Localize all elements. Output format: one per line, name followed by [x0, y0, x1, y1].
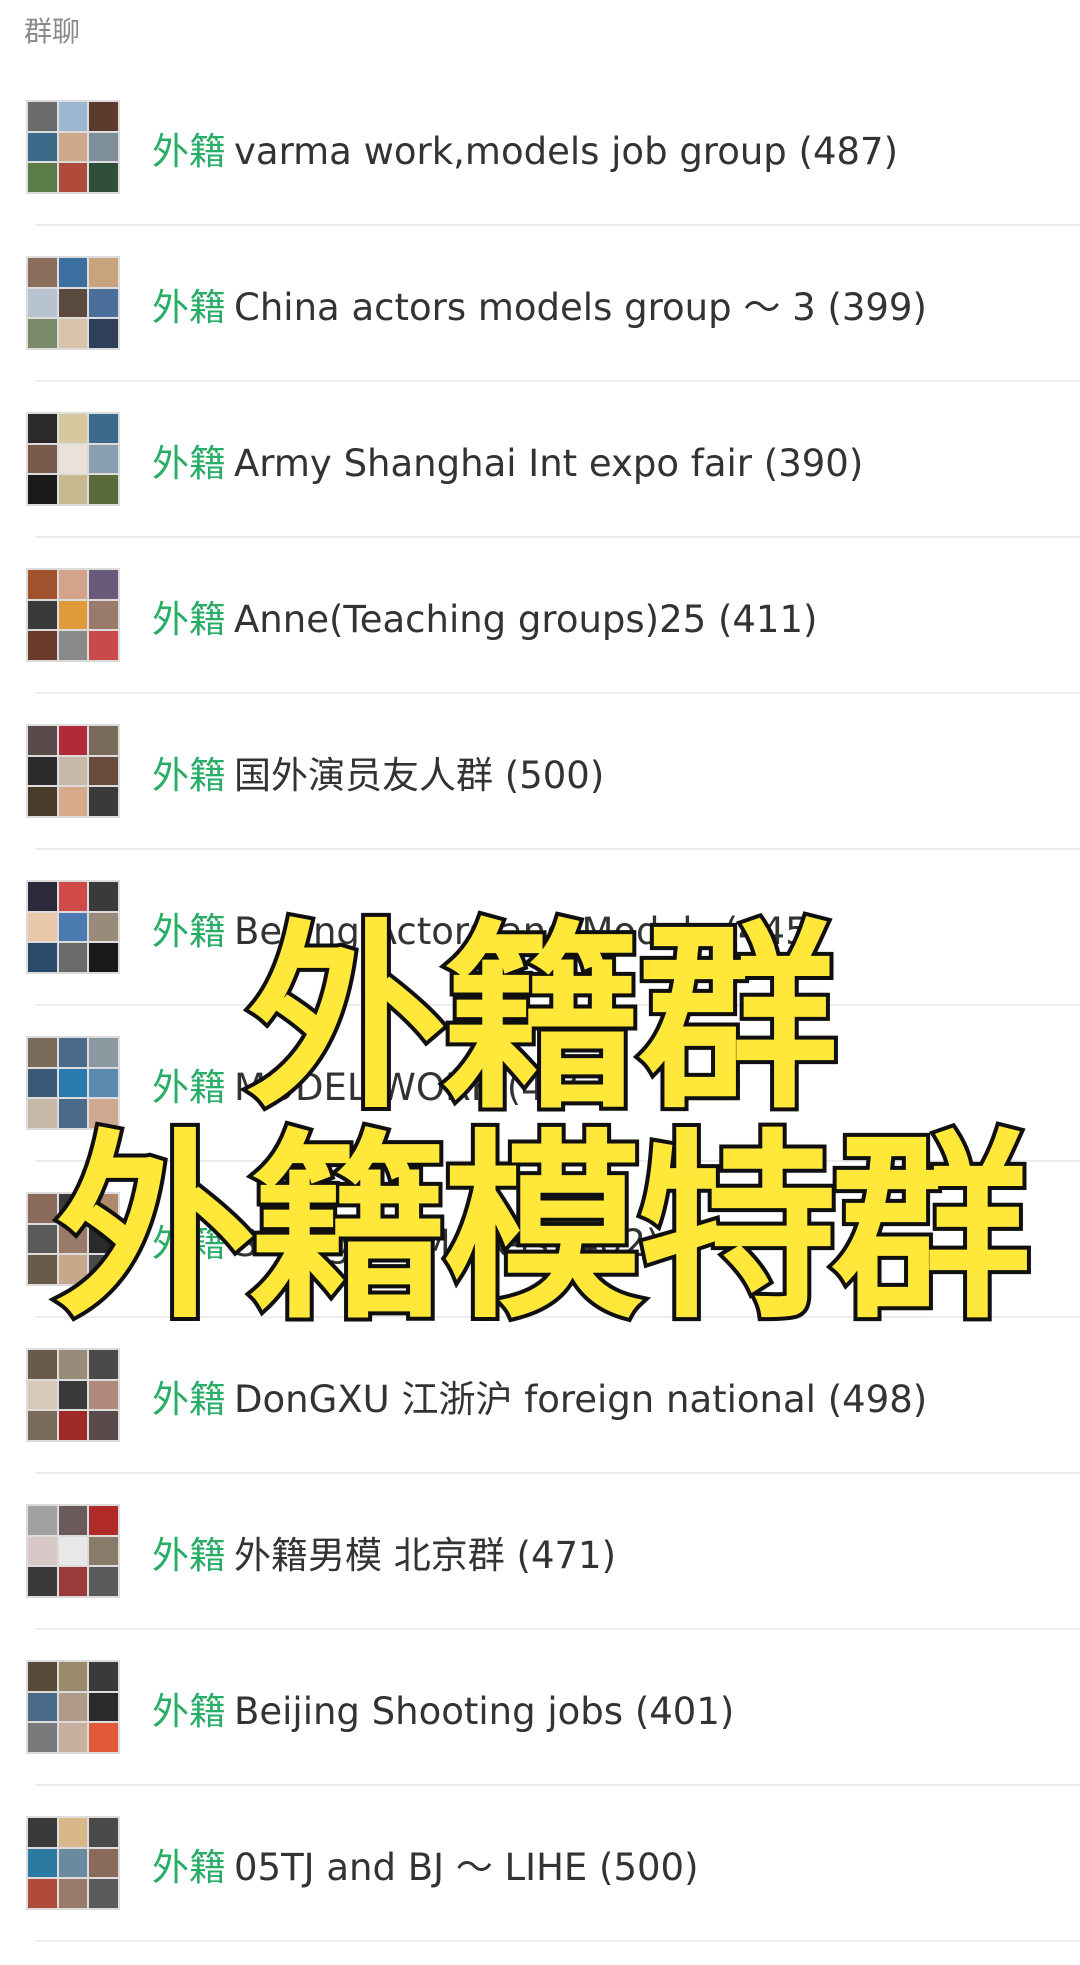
external-tag: 外籍	[152, 1846, 226, 1889]
group-chat-row[interactable]: 外籍 Shanghai Models (402)	[0, 1162, 1080, 1318]
group-name: DonGXU 江浙沪 foreign national (498)	[234, 1378, 928, 1421]
group-title: 外籍 varma work,models job group (487)	[152, 121, 898, 175]
group-name: Shanghai Models (402)	[234, 1222, 661, 1265]
group-name: Beijing Shooting jobs (401)	[234, 1690, 735, 1733]
group-chat-row[interactable]: 外籍 外籍男模 北京群 (471)	[0, 1474, 1080, 1630]
group-avatar	[26, 568, 120, 662]
group-title: 外籍 外籍男模 北京群 (471)	[152, 1525, 616, 1579]
external-tag: 外籍	[152, 1066, 226, 1109]
external-tag: 外籍	[152, 1222, 226, 1265]
group-title: 外籍 05TJ and BJ ～ LIHE (500)	[152, 1837, 699, 1891]
group-chat-row[interactable]: 外籍 China actors models group ～ 3 (399)	[0, 226, 1080, 382]
group-avatar	[26, 1348, 120, 1442]
group-avatar	[26, 100, 120, 194]
group-avatar	[26, 880, 120, 974]
external-tag: 外籍	[152, 1378, 226, 1421]
section-header: 群聊	[24, 15, 81, 48]
group-chat-row[interactable]: 外籍 Army Shanghai Int expo fair (390)	[0, 382, 1080, 538]
group-avatar	[26, 1660, 120, 1754]
group-title: 外籍 DonGXU 江浙沪 foreign national (498)	[152, 1369, 927, 1423]
group-name: Beijing Actors and Models (445)	[234, 910, 824, 953]
group-title: 外籍 China actors models group ～ 3 (399)	[152, 277, 927, 331]
group-name: China actors models group ～ 3 (399)	[234, 286, 927, 329]
group-chat-row[interactable]: 外籍 DonGXU 江浙沪 foreign national (498)	[0, 1318, 1080, 1474]
group-avatar	[26, 1036, 120, 1130]
group-avatar	[26, 412, 120, 506]
group-title: 外籍 Army Shanghai Int expo fair (390)	[152, 433, 863, 487]
group-title: 外籍 Beijing Shooting jobs (401)	[152, 1681, 734, 1735]
group-chat-row[interactable]: 外籍 Beijing Shooting jobs (401)	[0, 1630, 1080, 1786]
group-avatar	[26, 1192, 120, 1286]
group-name: Army Shanghai Int expo fair (390)	[234, 442, 864, 485]
group-chat-row[interactable]: 外籍 国外演员友人群 (500)	[0, 694, 1080, 850]
group-chat-row[interactable]: 外籍 varma work,models job group (487)	[0, 70, 1080, 226]
group-title: 外籍 MODEL WORK (496)	[152, 1057, 606, 1111]
external-tag: 外籍	[152, 598, 226, 641]
group-chat-row[interactable]: 外籍 05TJ and BJ ～ LIHE (500)	[0, 1786, 1080, 1942]
group-chat-row[interactable]: 外籍 MODEL WORK (496)	[0, 1006, 1080, 1162]
group-avatar	[26, 1816, 120, 1910]
group-title: 外籍 Anne(Teaching groups)25 (411)	[152, 589, 817, 643]
group-name: 05TJ and BJ ～ LIHE (500)	[234, 1846, 699, 1889]
group-name: 国外演员友人群 (500)	[234, 754, 605, 797]
group-title: 外籍 国外演员友人群 (500)	[152, 745, 604, 799]
group-name: Anne(Teaching groups)25 (411)	[234, 598, 818, 641]
group-name: MODEL WORK (496)	[234, 1066, 607, 1109]
external-tag: 外籍	[152, 130, 226, 173]
group-title: 外籍 Shanghai Models (402)	[152, 1213, 660, 1267]
group-name: varma work,models job group (487)	[234, 130, 899, 173]
external-tag: 外籍	[152, 754, 226, 797]
external-tag: 外籍	[152, 1690, 226, 1733]
group-avatar	[26, 256, 120, 350]
external-tag: 外籍	[152, 442, 226, 485]
group-chat-row[interactable]: 外籍 Anne(Teaching groups)25 (411)	[0, 538, 1080, 694]
group-chat-list: 外籍 varma work,models job group (487) 外籍 Chi…	[0, 70, 1080, 1942]
group-title: 外籍 Beijing Actors and Models (445)	[152, 901, 823, 955]
external-tag: 外籍	[152, 910, 226, 953]
group-avatar	[26, 1504, 120, 1598]
external-tag: 外籍	[152, 1534, 226, 1577]
group-name: 外籍男模 北京群 (471)	[234, 1534, 617, 1577]
external-tag: 外籍	[152, 286, 226, 329]
group-avatar	[26, 724, 120, 818]
group-chat-row[interactable]: 外籍 Beijing Actors and Models (445)	[0, 850, 1080, 1006]
